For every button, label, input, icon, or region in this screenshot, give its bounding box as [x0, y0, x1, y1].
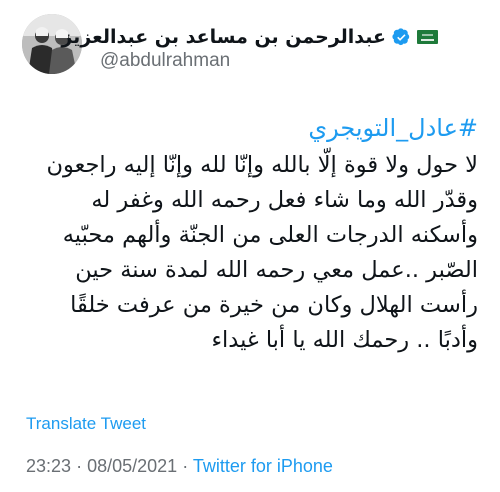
- tweet-line: وقدّر الله وما شاء فعل رحمه الله وغفر له: [91, 187, 478, 213]
- tweet-card: عبدالرحمن بن مساعد بن عبدالعزيز @abdulra…: [0, 0, 500, 492]
- tweet-time[interactable]: 23:23: [26, 456, 71, 476]
- tweet-line: وأدبًا .. رحمك الله يا أبا غيداء: [211, 327, 478, 353]
- translate-tweet-link[interactable]: Translate Tweet: [26, 414, 146, 434]
- tweet-line: رأست الهلال وكان من خيرة من عرفت خلقًا: [70, 292, 478, 318]
- author-display-name[interactable]: عبدالرحمن بن مساعد بن عبدالعزيز: [61, 26, 386, 48]
- verified-badge-icon: [392, 27, 410, 45]
- tweet-line: وأسكنه الدرجات العلى من الجنّة وألهم محب…: [62, 222, 478, 248]
- author-name-row[interactable]: عبدالرحمن بن مساعد بن عبدالعزيز: [61, 26, 438, 48]
- hashtag-link[interactable]: #عادل_التويجري: [18, 108, 478, 148]
- tweet-line: الصّبر ..عمل معي رحمه الله لمدة سنة حين: [75, 257, 478, 283]
- tweet-line: لا حول ولا قوة إلّا بالله وإنّا لله وإنّ…: [46, 152, 479, 178]
- saudi-flag-icon: [417, 30, 438, 44]
- tweet-text: #عادل_التويجري لا حول ولا قوة إلّا بالله…: [18, 108, 479, 358]
- meta-separator: ·: [182, 456, 189, 476]
- meta-separator: ·: [76, 456, 83, 476]
- tweet-source-link[interactable]: Twitter for iPhone: [193, 456, 333, 476]
- tweet-date[interactable]: 08/05/2021: [87, 456, 177, 476]
- tweet-metadata: 23:23 · 08/05/2021 · Twitter for iPhone: [26, 456, 333, 477]
- author-handle[interactable]: @abdulrahman: [100, 50, 230, 72]
